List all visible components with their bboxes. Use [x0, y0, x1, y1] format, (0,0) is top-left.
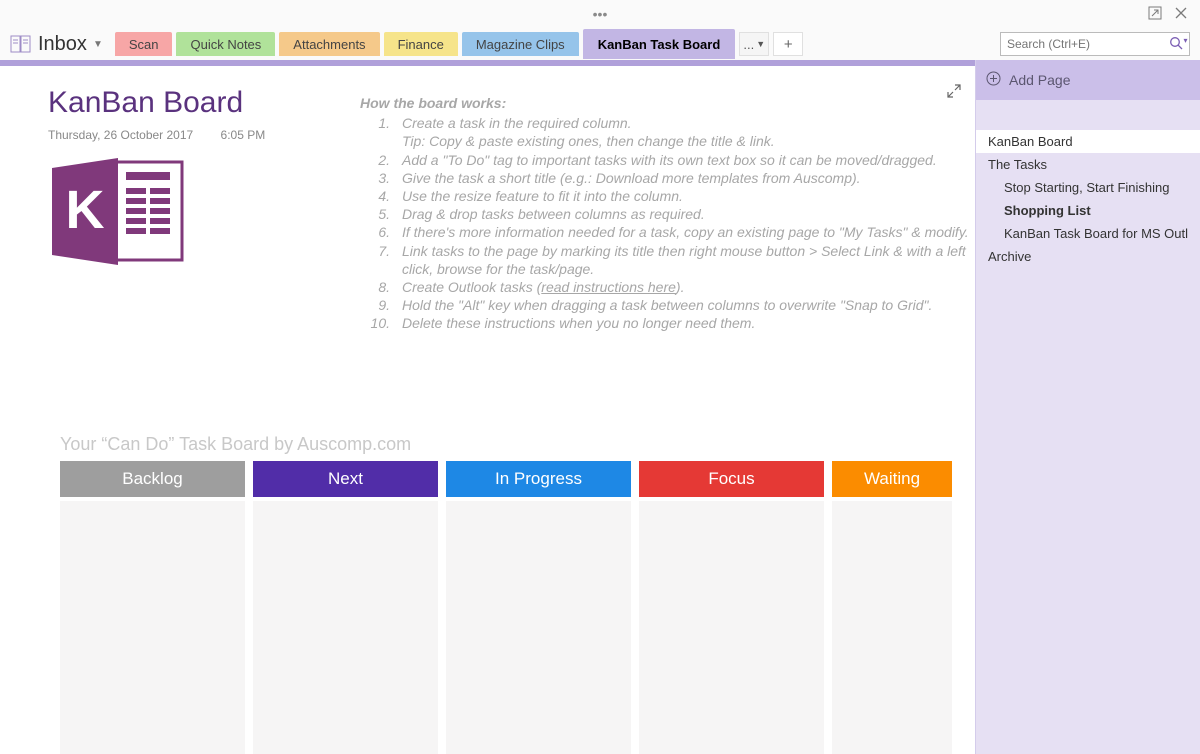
tabstrip: Inbox ▼ Scan Quick Notes Attachments Fin… — [0, 28, 1200, 60]
kanban-column-waiting[interactable]: Waiting — [832, 461, 952, 754]
svg-text:K: K — [66, 180, 105, 240]
howto-heading: How the board works: — [360, 94, 975, 112]
howto-step: Create Outlook tasks (read instructions … — [402, 278, 975, 296]
page-list: KanBan Board The Tasks Stop Starting, St… — [976, 100, 1200, 268]
search-box[interactable]: ▾ — [1000, 32, 1190, 56]
howto-step: Create a task in the required column. — [402, 114, 975, 132]
kanban-header-next: Next — [253, 461, 438, 497]
page-date: Thursday, 26 October 2017 — [48, 128, 193, 142]
ribbon-collapse-dots[interactable]: ••• — [593, 6, 608, 22]
notebook-label: Inbox — [38, 33, 87, 56]
window-close-icon[interactable] — [1168, 7, 1194, 22]
plus-circle-icon — [986, 71, 1001, 90]
add-page-label: Add Page — [1009, 72, 1071, 88]
kanban-column-next[interactable]: Next — [253, 461, 438, 754]
kanban-column-inprogress[interactable]: In Progress — [446, 461, 631, 754]
howto-block[interactable]: How the board works: 1.Create a task in … — [360, 94, 975, 332]
section-tab-scan[interactable]: Scan — [115, 32, 173, 56]
search-input[interactable] — [1001, 37, 1168, 51]
kanban-column-focus[interactable]: Focus — [639, 461, 824, 754]
kanban-body[interactable] — [253, 501, 438, 754]
notebook-picker[interactable]: Inbox ▼ — [10, 33, 103, 56]
howto-step: Hold the "Alt" key when dragging a task … — [402, 296, 975, 314]
howto-step: If there's more information needed for a… — [402, 223, 975, 241]
kanban-header-inprogress: In Progress — [446, 461, 631, 497]
page-canvas[interactable]: KanBan Board Thursday, 26 October 2017 6… — [0, 60, 975, 754]
search-icon[interactable]: ▾ — [1168, 36, 1189, 53]
board-subtitle: Your “Can Do” Task Board by Auscomp.com — [60, 434, 957, 455]
page-item-stop-starting[interactable]: Stop Starting, Start Finishing — [976, 176, 1200, 199]
notebook-icon — [10, 35, 32, 53]
section-tabs-overflow[interactable]: ... ▼ — [739, 32, 769, 56]
section-tab-attachments[interactable]: Attachments — [279, 32, 379, 56]
window-fullscreen-icon[interactable] — [1142, 6, 1168, 23]
titlebar: ••• — [0, 0, 1200, 28]
kanban-header-waiting: Waiting — [832, 461, 952, 497]
page-item-the-tasks[interactable]: The Tasks — [976, 153, 1200, 176]
page-time: 6:05 PM — [221, 128, 266, 142]
page-item-shopping-list[interactable]: Shopping List — [976, 199, 1200, 222]
howto-link[interactable]: read instructions here — [541, 279, 676, 295]
kanban-body[interactable] — [639, 501, 824, 754]
howto-step-tip: Tip: Copy & paste existing ones, then ch… — [402, 132, 775, 150]
kanban-column-backlog[interactable]: Backlog — [60, 461, 245, 754]
kanban-body[interactable] — [832, 501, 952, 754]
add-page-button[interactable]: Add Page — [976, 60, 1200, 100]
chevron-down-icon: ▼ — [93, 39, 103, 50]
kanban-board[interactable]: Backlog Next In Progress Focus Waiting — [60, 461, 957, 754]
page-item-kanban-outlook[interactable]: KanBan Task Board for MS Outl — [976, 222, 1200, 245]
howto-step: Add a "To Do" tag to important tasks wit… — [402, 151, 975, 169]
page-panel: Add Page KanBan Board The Tasks Stop Sta… — [975, 60, 1200, 754]
howto-step: Use the resize feature to fit it into th… — [402, 187, 975, 205]
section-tab-add[interactable]: + — [773, 32, 803, 56]
howto-step: Drag & drop tasks between columns as req… — [402, 205, 975, 223]
howto-step: Delete these instructions when you no lo… — [402, 314, 975, 332]
howto-step: Link tasks to the page by marking its ti… — [402, 242, 975, 278]
kanban-body[interactable] — [60, 501, 245, 754]
page-item-kanban-board[interactable]: KanBan Board — [976, 130, 1200, 153]
page-item-archive[interactable]: Archive — [976, 245, 1200, 268]
section-tab-magazine[interactable]: Magazine Clips — [462, 32, 579, 56]
kanban-body[interactable] — [446, 501, 631, 754]
section-tab-quicknotes[interactable]: Quick Notes — [176, 32, 275, 56]
section-tab-finance[interactable]: Finance — [384, 32, 458, 56]
section-tab-kanban[interactable]: KanBan Task Board — [583, 29, 736, 59]
kanban-header-backlog: Backlog — [60, 461, 245, 497]
kanban-header-focus: Focus — [639, 461, 824, 497]
howto-step: Give the task a short title (e.g.: Downl… — [402, 169, 975, 187]
